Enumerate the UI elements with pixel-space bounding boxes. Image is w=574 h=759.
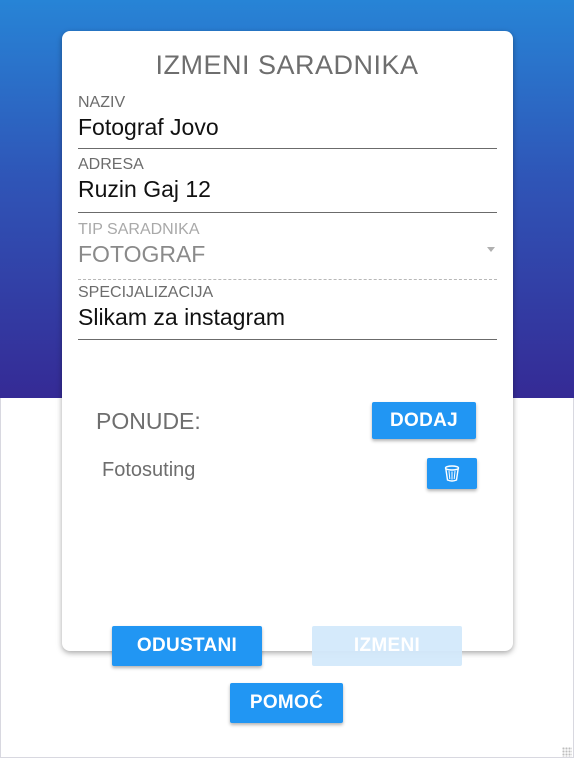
offer-item-name: Fotosuting xyxy=(102,459,196,481)
cancel-button[interactable]: ODUSTANI xyxy=(112,626,262,666)
resize-grip-icon[interactable] xyxy=(562,747,572,757)
specijalizacija-field[interactable]: SPECIJALIZACIJA Slikam za instagram xyxy=(78,284,497,340)
specijalizacija-label: SPECIJALIZACIJA xyxy=(78,284,214,301)
naziv-input[interactable]: Fotograf Jovo xyxy=(78,113,497,141)
trash-icon xyxy=(444,465,460,482)
specijalizacija-underline xyxy=(78,339,497,340)
tip-saradnika-label: TIP SARADNIKA xyxy=(78,221,200,238)
page-title: IZMENI SARADNIKA xyxy=(155,50,419,80)
offers-label: PONUDE: xyxy=(96,408,201,434)
adresa-field[interactable]: ADRESA Ruzin Gaj 12 xyxy=(78,156,497,214)
naziv-field[interactable]: NAZIV Fotograf Jovo xyxy=(78,94,497,150)
tip-saradnika-underline xyxy=(78,279,497,280)
chevron-down-icon[interactable] xyxy=(487,247,495,252)
add-offer-button[interactable]: DODAJ xyxy=(372,402,476,439)
adresa-underline xyxy=(78,212,497,213)
adresa-input[interactable]: Ruzin Gaj 12 xyxy=(78,175,497,203)
naziv-underline xyxy=(78,148,497,149)
submit-button[interactable]: IZMENI xyxy=(312,626,462,666)
tip-saradnika-value[interactable]: FOTOGRAF xyxy=(78,240,497,268)
tip-saradnika-select[interactable]: TIP SARADNIKA FOTOGRAF xyxy=(78,221,497,281)
help-button[interactable]: POMOĆ xyxy=(230,683,343,723)
naziv-label: NAZIV xyxy=(78,94,126,111)
adresa-label: ADRESA xyxy=(78,156,144,173)
specijalizacija-input[interactable]: Slikam za instagram xyxy=(78,303,497,331)
delete-offer-button[interactable] xyxy=(427,458,477,489)
